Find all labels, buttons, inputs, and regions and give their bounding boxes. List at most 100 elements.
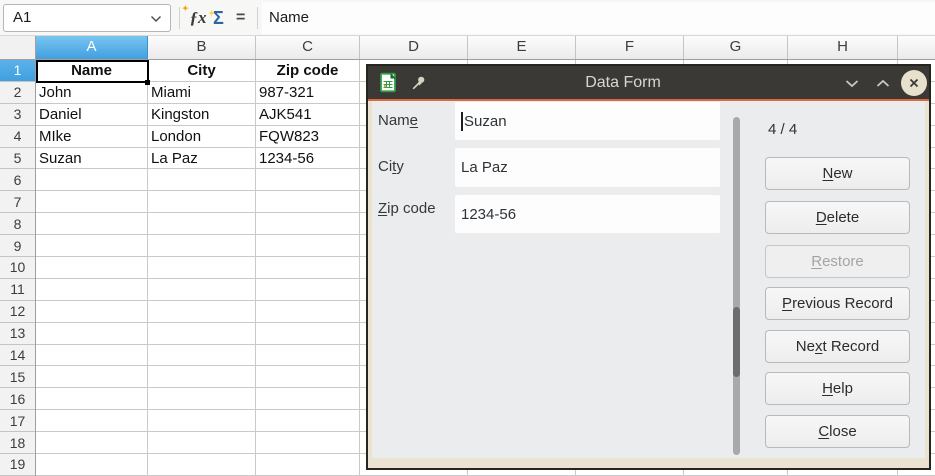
chevron-up-icon[interactable] xyxy=(875,79,891,88)
cell-A5[interactable]: Suzan xyxy=(36,148,148,170)
row-header-7[interactable]: 7 xyxy=(0,191,35,213)
cell-A15[interactable] xyxy=(36,366,148,388)
cell-C7[interactable] xyxy=(256,191,360,213)
cell-C6[interactable] xyxy=(256,169,360,191)
cell-B1[interactable]: City xyxy=(148,60,256,82)
row-header-9[interactable]: 9 xyxy=(0,235,35,257)
cell-C9[interactable] xyxy=(256,235,360,257)
row-header-3[interactable]: 3 xyxy=(0,104,35,126)
row-header-11[interactable]: 11 xyxy=(0,279,35,301)
cell-B13[interactable] xyxy=(148,323,256,345)
dialog-titlebar[interactable]: Data Form xyxy=(368,66,929,99)
cell-C12[interactable] xyxy=(256,301,360,323)
cell-A7[interactable] xyxy=(36,191,148,213)
cell-B16[interactable] xyxy=(148,388,256,410)
field-input-city[interactable]: La Paz xyxy=(455,148,720,187)
equals-icon[interactable]: = xyxy=(236,5,245,31)
previous-record-button[interactable]: Previous Record xyxy=(765,287,910,320)
row-header-5[interactable]: 5 xyxy=(0,148,35,170)
delete-button[interactable]: Delete xyxy=(765,201,910,234)
row-header-12[interactable]: 12 xyxy=(0,301,35,323)
cell-A16[interactable] xyxy=(36,388,148,410)
row-header-15[interactable]: 15 xyxy=(0,366,35,388)
cell-B2[interactable]: Miami xyxy=(148,82,256,104)
cell-A14[interactable] xyxy=(36,345,148,367)
cell-A3[interactable]: Daniel xyxy=(36,104,148,126)
chevron-down-icon[interactable] xyxy=(844,79,860,88)
fill-handle[interactable] xyxy=(145,80,150,85)
cell-A2[interactable]: John xyxy=(36,82,148,104)
sum-icon[interactable]: Σ xyxy=(213,5,224,31)
column-header-G[interactable]: G xyxy=(684,36,788,59)
function-wizard-icon[interactable]: ✦ ✦ ƒx xyxy=(185,5,211,31)
field-input-zip-code[interactable]: 1234-56 xyxy=(455,195,720,233)
column-header-C[interactable]: C xyxy=(256,36,360,59)
row-header-19[interactable]: 19 xyxy=(0,454,35,476)
cell-B8[interactable] xyxy=(148,213,256,235)
cell-C4[interactable]: FQW823 xyxy=(256,126,360,148)
cell-C1[interactable]: Zip code xyxy=(256,60,360,82)
cell-B6[interactable] xyxy=(148,169,256,191)
cell-A11[interactable] xyxy=(36,279,148,301)
cell-C18[interactable] xyxy=(256,432,360,454)
cell-B11[interactable] xyxy=(148,279,256,301)
cell-C8[interactable] xyxy=(256,213,360,235)
cell-C19[interactable] xyxy=(256,454,360,476)
next-record-button[interactable]: Next Record xyxy=(765,330,910,363)
row-header-18[interactable]: 18 xyxy=(0,432,35,454)
formula-input[interactable]: Name xyxy=(262,2,935,34)
cell-B15[interactable] xyxy=(148,366,256,388)
cell-B5[interactable]: La Paz xyxy=(148,148,256,170)
field-input-name[interactable]: Suzan xyxy=(455,102,720,140)
row-header-8[interactable]: 8 xyxy=(0,213,35,235)
row-header-17[interactable]: 17 xyxy=(0,410,35,432)
cell-C16[interactable] xyxy=(256,388,360,410)
cell-B12[interactable] xyxy=(148,301,256,323)
cell-B9[interactable] xyxy=(148,235,256,257)
cell-B7[interactable] xyxy=(148,191,256,213)
restore-button[interactable]: Restore xyxy=(765,245,910,278)
column-header-H[interactable]: H xyxy=(788,36,898,59)
cell-C2[interactable]: 987-321 xyxy=(256,82,360,104)
cell-A19[interactable] xyxy=(36,454,148,476)
cell-C3[interactable]: AJK541 xyxy=(256,104,360,126)
cell-C5[interactable]: 1234-56 xyxy=(256,148,360,170)
row-header-10[interactable]: 10 xyxy=(0,257,35,279)
cell-C17[interactable] xyxy=(256,410,360,432)
cell-A13[interactable] xyxy=(36,323,148,345)
row-header-14[interactable]: 14 xyxy=(0,345,35,367)
dialog-scrollbar-thumb[interactable] xyxy=(733,307,740,377)
cell-C15[interactable] xyxy=(256,366,360,388)
close-button[interactable]: Close xyxy=(765,415,910,448)
cell-B10[interactable] xyxy=(148,257,256,279)
help-button[interactable]: Help xyxy=(765,372,910,405)
pin-icon[interactable] xyxy=(411,75,427,91)
cell-A9[interactable] xyxy=(36,235,148,257)
row-header-16[interactable]: 16 xyxy=(0,388,35,410)
cell-A17[interactable] xyxy=(36,410,148,432)
row-header-4[interactable]: 4 xyxy=(0,126,35,148)
column-header-B[interactable]: B xyxy=(148,36,256,59)
row-header-1[interactable]: 1 xyxy=(0,60,35,82)
cell-B3[interactable]: Kingston xyxy=(148,104,256,126)
cell-B18[interactable] xyxy=(148,432,256,454)
cell-A10[interactable] xyxy=(36,257,148,279)
column-header-A[interactable]: A xyxy=(36,36,148,59)
column-header-E[interactable]: E xyxy=(468,36,576,59)
cell-B19[interactable] xyxy=(148,454,256,476)
cell-A4[interactable]: MIke xyxy=(36,126,148,148)
column-header-I[interactable]: I xyxy=(898,36,935,59)
cell-B17[interactable] xyxy=(148,410,256,432)
row-header-6[interactable]: 6 xyxy=(0,169,35,191)
row-header-2[interactable]: 2 xyxy=(0,82,35,104)
select-all-corner[interactable] xyxy=(0,36,36,59)
cell-C14[interactable] xyxy=(256,345,360,367)
cell-A6[interactable] xyxy=(36,169,148,191)
cell-C11[interactable] xyxy=(256,279,360,301)
cell-C10[interactable] xyxy=(256,257,360,279)
column-header-F[interactable]: F xyxy=(576,36,684,59)
cell-B4[interactable]: London xyxy=(148,126,256,148)
cell-A18[interactable] xyxy=(36,432,148,454)
cell-C13[interactable] xyxy=(256,323,360,345)
name-box[interactable]: A1 xyxy=(3,4,171,32)
